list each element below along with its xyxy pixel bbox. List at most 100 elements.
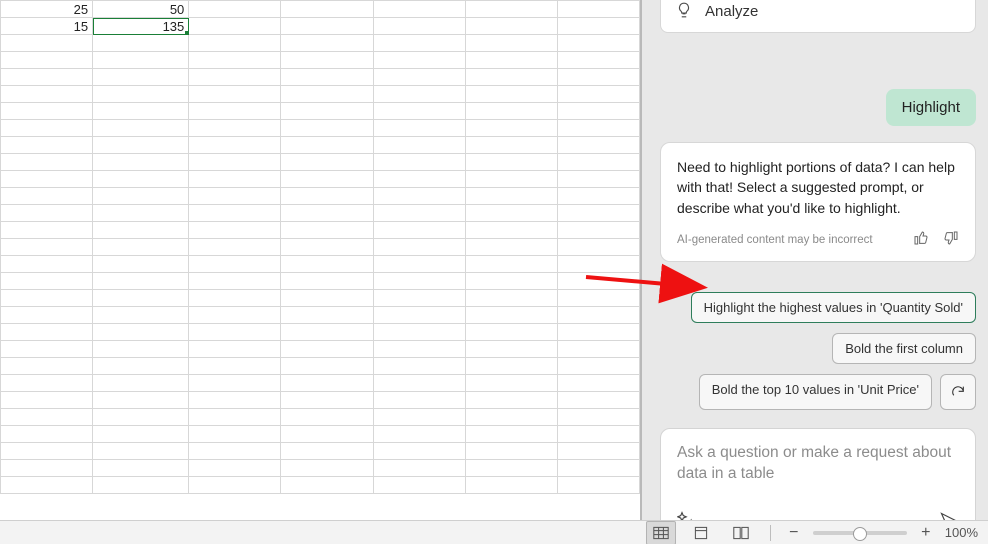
cell[interactable] (1, 290, 93, 307)
cell[interactable] (465, 426, 557, 443)
cell[interactable] (281, 35, 373, 52)
cell[interactable] (1, 137, 93, 154)
zoom-slider[interactable] (813, 531, 907, 535)
cell[interactable] (281, 256, 373, 273)
cell[interactable] (465, 18, 557, 35)
cell[interactable] (465, 358, 557, 375)
cell[interactable] (373, 222, 465, 239)
cell[interactable] (373, 52, 465, 69)
cell[interactable] (281, 273, 373, 290)
cell[interactable] (93, 154, 189, 171)
cell[interactable] (373, 392, 465, 409)
cell[interactable] (373, 154, 465, 171)
cell[interactable] (1, 358, 93, 375)
cell[interactable] (373, 120, 465, 137)
cell[interactable] (189, 188, 281, 205)
cell[interactable] (465, 205, 557, 222)
cell[interactable] (189, 324, 281, 341)
cell[interactable] (281, 290, 373, 307)
cell[interactable] (465, 290, 557, 307)
cell[interactable] (281, 103, 373, 120)
cell[interactable] (465, 307, 557, 324)
suggestion-highlight-highest[interactable]: Highlight the highest values in 'Quantit… (691, 292, 976, 323)
cell[interactable] (1, 103, 93, 120)
cell[interactable] (189, 273, 281, 290)
cell[interactable] (189, 69, 281, 86)
cell[interactable] (281, 120, 373, 137)
cell[interactable] (93, 35, 189, 52)
cell[interactable] (557, 103, 639, 120)
cell[interactable] (93, 324, 189, 341)
cell[interactable] (189, 443, 281, 460)
cell[interactable] (281, 460, 373, 477)
cell[interactable] (557, 307, 639, 324)
cell[interactable] (1, 205, 93, 222)
cell[interactable] (557, 324, 639, 341)
zoom-level-label[interactable]: 100% (945, 525, 978, 540)
cell[interactable] (1, 35, 93, 52)
cell[interactable] (281, 154, 373, 171)
cell[interactable] (557, 222, 639, 239)
cell[interactable] (1, 341, 93, 358)
cell[interactable] (557, 69, 639, 86)
cell[interactable] (189, 103, 281, 120)
cell[interactable] (465, 154, 557, 171)
cell[interactable] (281, 239, 373, 256)
cell[interactable] (557, 86, 639, 103)
cell[interactable] (189, 341, 281, 358)
suggestion-bold-top10[interactable]: Bold the top 10 values in 'Unit Price' (699, 374, 932, 410)
cell[interactable] (281, 222, 373, 239)
cell[interactable] (189, 290, 281, 307)
cell[interactable] (557, 477, 639, 494)
view-page-break-button[interactable] (726, 521, 756, 544)
cell[interactable] (557, 188, 639, 205)
cell[interactable] (373, 1, 465, 18)
cell[interactable] (373, 256, 465, 273)
cell[interactable] (189, 392, 281, 409)
cell[interactable] (557, 375, 639, 392)
cell[interactable] (93, 137, 189, 154)
cell[interactable] (93, 443, 189, 460)
cell[interactable] (465, 341, 557, 358)
cell[interactable] (1, 307, 93, 324)
cell[interactable] (281, 358, 373, 375)
cell[interactable] (465, 35, 557, 52)
cell[interactable] (281, 137, 373, 154)
cell[interactable] (557, 205, 639, 222)
cell[interactable] (189, 120, 281, 137)
cell[interactable] (93, 256, 189, 273)
cell[interactable] (465, 392, 557, 409)
cell[interactable] (93, 273, 189, 290)
cell[interactable] (1, 86, 93, 103)
cell[interactable] (93, 103, 189, 120)
cell[interactable] (557, 392, 639, 409)
cell[interactable] (465, 443, 557, 460)
cell[interactable] (465, 86, 557, 103)
cell[interactable] (557, 256, 639, 273)
analyze-card[interactable]: Analyze (660, 0, 976, 33)
cell[interactable] (465, 1, 557, 18)
cell[interactable] (93, 69, 189, 86)
cell[interactable] (93, 426, 189, 443)
cell[interactable] (557, 120, 639, 137)
cell[interactable] (465, 69, 557, 86)
cell[interactable]: 25 (1, 1, 93, 18)
cell[interactable] (557, 239, 639, 256)
cell[interactable] (373, 205, 465, 222)
cell[interactable] (465, 137, 557, 154)
cell[interactable] (189, 205, 281, 222)
cell[interactable] (465, 324, 557, 341)
cell[interactable] (281, 69, 373, 86)
cell[interactable] (281, 18, 373, 35)
cell[interactable] (465, 188, 557, 205)
cell[interactable] (189, 52, 281, 69)
cell[interactable] (465, 171, 557, 188)
cell[interactable] (93, 375, 189, 392)
cell[interactable] (1, 154, 93, 171)
cell[interactable] (1, 222, 93, 239)
cell[interactable] (465, 52, 557, 69)
cell[interactable] (373, 375, 465, 392)
cell[interactable] (557, 35, 639, 52)
cell[interactable] (373, 86, 465, 103)
cell[interactable] (93, 460, 189, 477)
